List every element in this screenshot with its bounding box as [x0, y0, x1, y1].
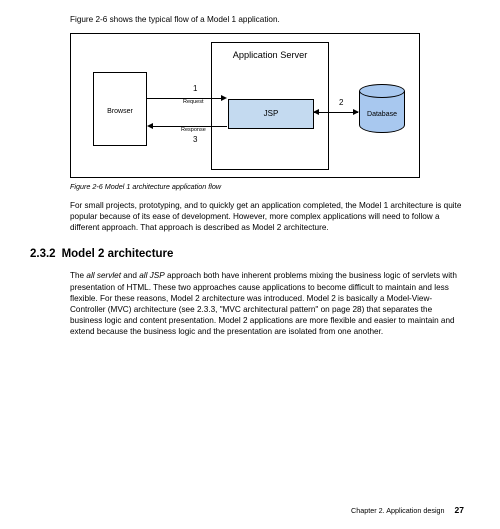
flow-label-2: 2 — [339, 98, 343, 109]
application-server-label: Application Server — [212, 49, 328, 61]
browser-box: Browser — [93, 72, 147, 146]
flow-label-1: 1 — [193, 84, 197, 95]
section-heading-2-3-2: 2.3.2 Model 2 architecture — [30, 247, 464, 263]
section-title: Model 2 architecture — [62, 248, 174, 260]
p2-ital-alljsp: all JSP — [139, 271, 164, 280]
figure-caption: Figure 2-6 Model 1 architecture applicat… — [70, 182, 464, 192]
arrowhead-db-l — [313, 109, 319, 115]
arrowhead-response — [147, 123, 153, 129]
paragraph-model1: For small projects, prototyping, and to … — [70, 200, 464, 233]
figure-2-6: Browser Application Server JSP Database … — [70, 33, 420, 178]
figure-caption-rest: Model 1 architecture application flow — [103, 182, 221, 191]
flow-label-3: 3 — [193, 135, 197, 146]
arrow-db — [314, 112, 358, 113]
arrowhead-request — [221, 95, 227, 101]
intro-text: Figure 2-6 shows the typical flow of a M… — [70, 14, 464, 25]
database-cylinder: Database — [359, 84, 405, 132]
p2-ital-allservlet: all servlet — [86, 271, 121, 280]
p2-b: and — [121, 271, 139, 280]
p2-c: approach both have inherent problems mix… — [70, 271, 457, 335]
page-footer: Chapter 2. Application design 27 — [351, 505, 464, 515]
application-server-box: Application Server JSP — [211, 42, 329, 170]
response-label: Response — [181, 127, 206, 134]
paragraph-model2: The all servlet and all JSP approach bot… — [70, 270, 464, 336]
footer-chapter: Chapter 2. Application design — [351, 506, 445, 515]
section-number: 2.3.2 — [30, 248, 56, 260]
database-label: Database — [359, 110, 405, 119]
jsp-box: JSP — [228, 99, 314, 129]
page: Figure 2-6 shows the typical flow of a M… — [0, 0, 500, 337]
p2-a: The — [70, 271, 86, 280]
figure-caption-prefix: Figure 2-6 — [70, 182, 103, 191]
footer-page-number: 27 — [455, 505, 464, 515]
request-label: Request — [183, 99, 204, 106]
